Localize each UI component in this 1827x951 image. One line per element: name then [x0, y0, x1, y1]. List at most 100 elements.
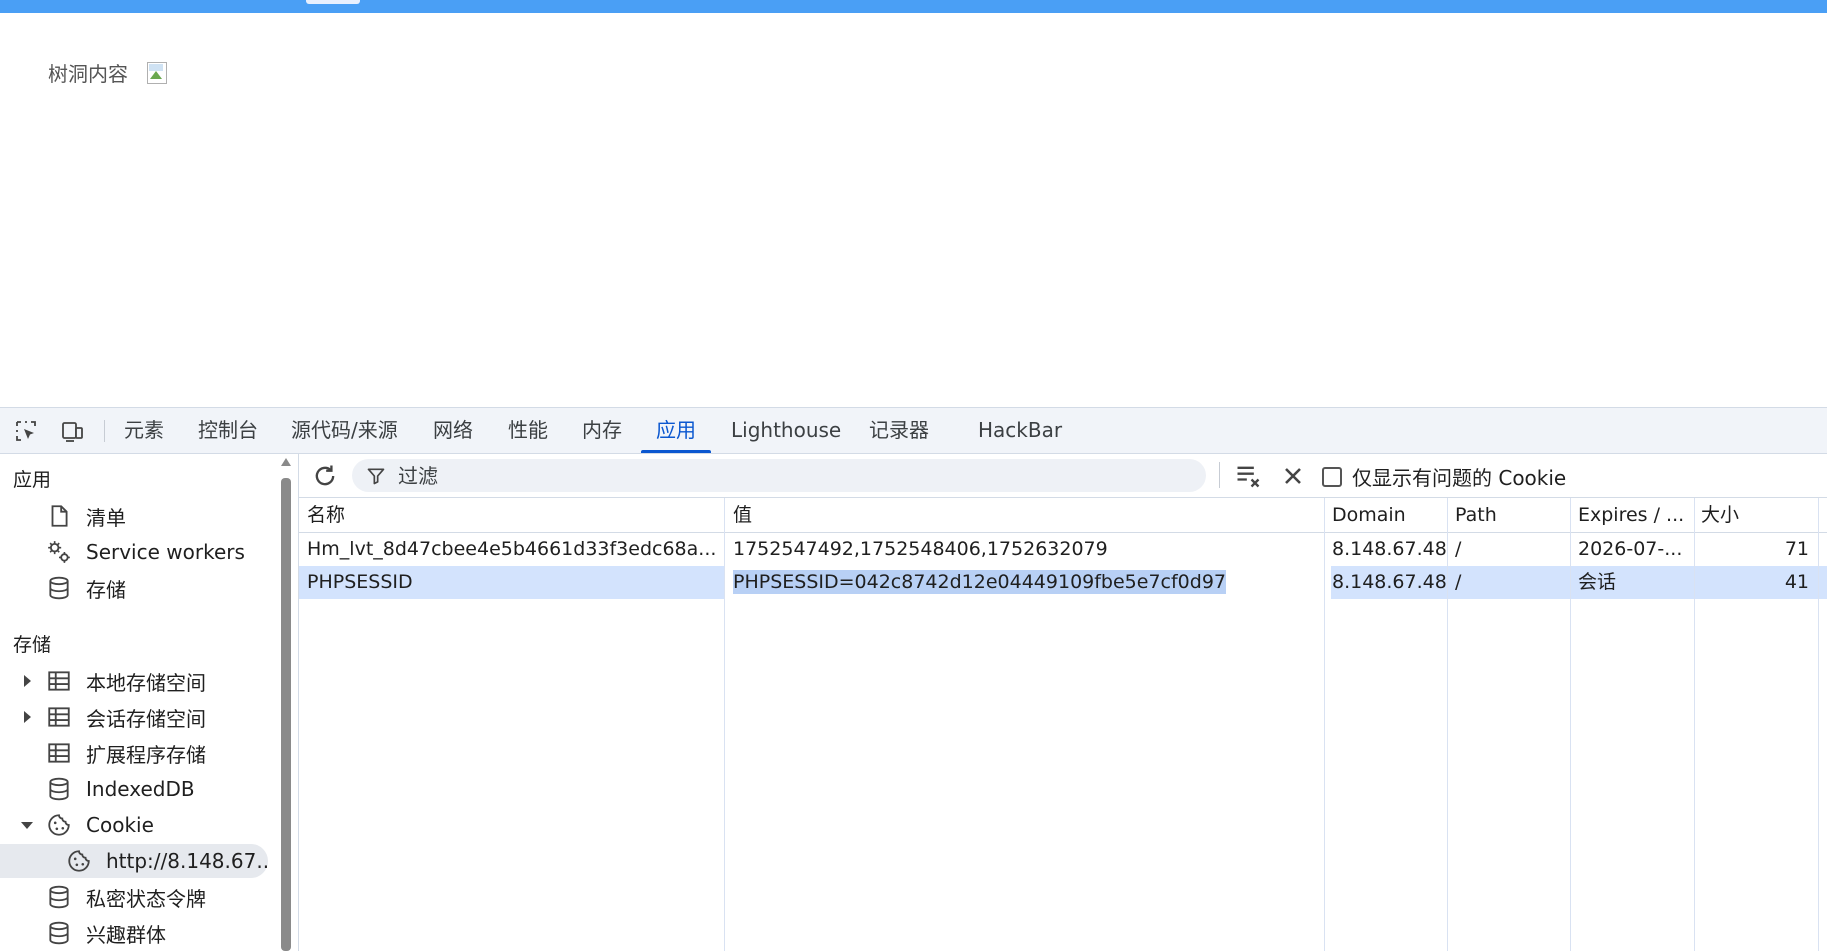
table-row-selected[interactable]: PHPSESSID PHPSESSID=042c8742d12e04449109…	[299, 566, 1827, 599]
sidebar-item-label: Service workers	[86, 540, 245, 564]
sidebar-item-cookie-origin[interactable]: http://8.148.67...	[0, 844, 270, 878]
sidebar-item-label: 清单	[86, 505, 126, 530]
cookie-table: 名称 值 Domain Path Expires / ... 大小 Hm_lvt…	[299, 498, 1827, 951]
filterbar-separator	[1219, 462, 1220, 488]
tab-memory[interactable]: 内存	[582, 408, 622, 453]
sidebar-item-extension-storage[interactable]: 扩展程序存储	[0, 736, 268, 770]
column-divider[interactable]	[724, 498, 725, 951]
column-header-expires[interactable]: Expires / ...	[1578, 498, 1693, 532]
column-header-value[interactable]: 值	[733, 498, 1323, 532]
cookie-path-cell[interactable]: /	[1455, 566, 1570, 599]
scroll-up-arrow-icon[interactable]	[281, 458, 291, 466]
sidebar-item-manifest[interactable]: 清单	[0, 499, 268, 533]
only-issues-checkbox-row[interactable]: 仅显示有问题的 Cookie	[1322, 462, 1566, 491]
scrollbar-thumb[interactable]	[281, 478, 291, 951]
column-divider[interactable]	[1694, 498, 1695, 951]
sidebar-item-label: 存储	[86, 577, 126, 602]
cookie-name-cell[interactable]: Hm_lvt_8d47cbee4e5b4661d33f3edc68a...	[307, 533, 717, 566]
tab-application[interactable]: 应用	[641, 408, 711, 453]
database-icon	[49, 777, 69, 801]
tab-sources[interactable]: 源代码/来源	[291, 408, 398, 453]
selected-value-text[interactable]: PHPSESSID=042c8742d12e04449109fbe5e7cf0d…	[733, 570, 1227, 594]
tab-elements[interactable]: 元素	[124, 408, 164, 453]
inspect-element-icon[interactable]	[14, 419, 38, 443]
cookie-expires-cell[interactable]: 会话	[1578, 566, 1693, 599]
devtools-panel: 元素 控制台 源代码/来源 网络 性能 内存 应用 Lighthouse 记录器…	[0, 407, 1827, 951]
column-header-path[interactable]: Path	[1455, 498, 1565, 532]
toolbar-separator	[104, 420, 105, 442]
sidebar-item-label: 兴趣群体	[86, 922, 166, 947]
only-issues-checkbox[interactable]	[1322, 466, 1342, 487]
filter-input[interactable]	[396, 462, 1190, 490]
browser-top-bar	[0, 0, 1827, 13]
sidebar-item-label: 私密状态令牌	[86, 886, 206, 911]
sidebar-item-local-storage[interactable]: 本地存储空间	[0, 664, 268, 698]
sidebar-item-storage[interactable]: 存储	[0, 571, 268, 605]
column-header-domain[interactable]: Domain	[1332, 498, 1442, 532]
column-divider[interactable]	[1818, 498, 1819, 951]
cookie-pane: 仅显示有问题的 Cookie 名称 值 Domain Path Expires …	[298, 454, 1827, 951]
table-icon	[48, 707, 70, 727]
delete-cookie-icon[interactable]	[1279, 462, 1307, 490]
database-icon	[49, 921, 69, 945]
page-content: 树洞内容	[48, 58, 168, 87]
sidebar-item-label: 扩展程序存储	[86, 742, 206, 767]
tab-lighthouse[interactable]: Lighthouse	[731, 408, 841, 453]
devtools-toolbar: 元素 控制台 源代码/来源 网络 性能 内存 应用 Lighthouse 记录器…	[0, 408, 1827, 454]
table-row[interactable]: Hm_lvt_8d47cbee4e5b4661d33f3edc68a... 17…	[299, 533, 1827, 566]
sidebar-item-label: 本地存储空间	[86, 670, 206, 695]
expand-caret-icon[interactable]	[24, 711, 31, 723]
sidebar-scrollbar[interactable]	[280, 454, 292, 951]
sidebar-item-label: http://8.148.67...	[106, 849, 270, 873]
cookie-domain-cell[interactable]: 8.148.67.48	[1332, 533, 1450, 566]
sidebar-item-session-storage[interactable]: 会话存储空间	[0, 700, 268, 734]
cookie-filter-bar: 仅显示有问题的 Cookie	[299, 454, 1827, 498]
tab-hackbar[interactable]: HackBar	[978, 408, 1062, 453]
gears-icon	[48, 541, 70, 563]
only-issues-label: 仅显示有问题的 Cookie	[1352, 466, 1567, 490]
sidebar-item-private-state-tokens[interactable]: 私密状态令牌	[0, 880, 268, 914]
filter-funnel-icon	[367, 468, 385, 485]
column-divider[interactable]	[1570, 498, 1571, 951]
sidebar-item-service-workers[interactable]: Service workers	[0, 535, 268, 569]
cookie-expires-cell[interactable]: 2026-07-...	[1578, 533, 1693, 566]
database-icon	[49, 576, 69, 600]
document-icon	[51, 505, 68, 527]
sidebar-item-indexeddb[interactable]: IndexedDB	[0, 772, 268, 806]
sidebar-item-interest-groups[interactable]: 兴趣群体	[0, 916, 268, 950]
cookie-table-header: 名称 值 Domain Path Expires / ... 大小	[299, 498, 1827, 533]
table-icon	[48, 671, 70, 691]
cookie-domain-cell[interactable]: 8.148.67.48	[1332, 566, 1450, 599]
column-divider[interactable]	[1324, 498, 1325, 951]
collapse-caret-icon[interactable]	[21, 822, 33, 829]
refresh-icon[interactable]	[311, 462, 339, 490]
sidebar-item-label: Cookie	[86, 813, 154, 837]
column-header-name[interactable]: 名称	[307, 498, 707, 532]
column-header-size[interactable]: 大小	[1701, 498, 1811, 532]
sidebar-item-cookie[interactable]: Cookie	[0, 808, 268, 842]
sidebar-item-label: 会话存储空间	[86, 706, 206, 731]
column-divider[interactable]	[1447, 498, 1448, 951]
sidebar-section-storage: 存储	[13, 634, 52, 656]
tab-recorder[interactable]: 记录器	[869, 408, 929, 453]
cookie-name-cell[interactable]: PHPSESSID	[307, 566, 717, 599]
device-toolbar-icon[interactable]	[60, 419, 84, 443]
tab-performance[interactable]: 性能	[508, 408, 548, 453]
cookie-icon	[68, 850, 90, 872]
sidebar-item-label: IndexedDB	[86, 777, 195, 801]
browser-tab-indicator	[306, 0, 360, 4]
application-sidebar: 应用 清单 Service workers 存储 存储 本地存储空间 会话存储空…	[0, 454, 270, 951]
database-icon	[49, 885, 69, 909]
cookie-size-cell[interactable]: 41	[1701, 566, 1809, 599]
page-label: 树洞内容	[48, 62, 128, 86]
cookie-size-cell[interactable]: 71	[1701, 533, 1809, 566]
cookie-value-cell[interactable]: 1752547492,1752548406,1752632079	[733, 533, 1323, 566]
clear-filtered-cookies-icon[interactable]	[1234, 462, 1262, 490]
cookie-value-editor[interactable]: PHPSESSID=042c8742d12e04449109fbe5e7cf0d…	[725, 566, 1331, 599]
cookie-path-cell[interactable]: /	[1455, 533, 1570, 566]
filter-box[interactable]	[352, 459, 1206, 492]
sidebar-section-app: 应用	[13, 469, 52, 491]
expand-caret-icon[interactable]	[24, 675, 31, 687]
tab-console[interactable]: 控制台	[198, 408, 258, 453]
tab-network[interactable]: 网络	[433, 408, 473, 453]
